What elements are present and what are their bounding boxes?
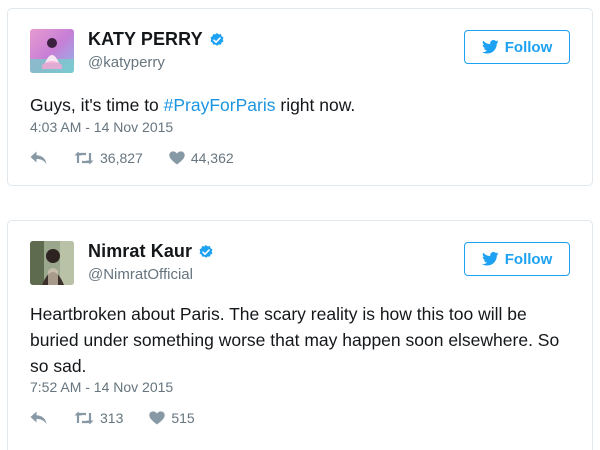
tweet-card: KATY PERRY @katyperry Follow Guys, it's … xyxy=(7,8,593,186)
retweet-button[interactable]: 36,827 xyxy=(74,150,143,166)
verified-badge-icon xyxy=(199,244,213,258)
avatar-photo-icon xyxy=(30,241,74,285)
tweet-text-part: Guys, it's time to xyxy=(30,95,164,115)
like-button[interactable]: 44,362 xyxy=(169,150,234,166)
retweet-icon xyxy=(74,411,94,425)
display-name[interactable]: Nimrat Kaur xyxy=(88,241,192,262)
like-count: 44,362 xyxy=(190,150,234,166)
author-handle[interactable]: @NimratOfficial xyxy=(88,266,193,283)
twitter-bird-icon xyxy=(481,40,499,54)
reply-button[interactable] xyxy=(30,411,48,425)
tweet-text: Heartbroken about Paris. The scary reali… xyxy=(30,304,560,376)
twitter-bird-icon xyxy=(481,252,499,266)
like-button[interactable]: 515 xyxy=(149,410,195,426)
hashtag-link[interactable]: #PrayForParis xyxy=(164,95,276,115)
tweet-text: Guys, it's time to #PrayForParis right n… xyxy=(30,92,570,118)
tweet-timestamp[interactable]: 7:52 AM - 14 Nov 2015 xyxy=(30,379,173,395)
author-row: Nimrat Kaur xyxy=(88,241,214,262)
tweet-timestamp[interactable]: 4:03 AM - 14 Nov 2015 xyxy=(30,119,173,135)
tweet-card: Nimrat Kaur @NimratOfficial Follow Heart… xyxy=(7,220,593,450)
retweet-count: 313 xyxy=(100,410,124,426)
tweet-actions: 36,827 44,362 xyxy=(30,150,260,166)
follow-button[interactable]: Follow xyxy=(464,30,570,64)
tweet-actions: 313 515 xyxy=(30,410,221,426)
heart-icon xyxy=(149,411,166,425)
retweet-count: 36,827 xyxy=(100,150,143,166)
reply-button[interactable] xyxy=(30,151,48,165)
tweet-embed-stack: KATY PERRY @katyperry Follow Guys, it's … xyxy=(0,0,600,450)
author-row: KATY PERRY xyxy=(88,29,225,50)
follow-button[interactable]: Follow xyxy=(464,242,570,276)
verified-badge-icon xyxy=(210,32,224,46)
reply-icon xyxy=(30,411,47,424)
avatar[interactable] xyxy=(30,29,74,73)
retweet-button[interactable]: 313 xyxy=(74,410,123,426)
reply-icon xyxy=(30,151,47,164)
like-count: 515 xyxy=(171,410,195,426)
author-handle[interactable]: @katyperry xyxy=(88,54,165,71)
heart-icon xyxy=(169,151,185,165)
avatar[interactable] xyxy=(30,241,74,285)
display-name[interactable]: KATY PERRY xyxy=(88,29,203,50)
avatar-photo-icon xyxy=(30,29,74,73)
follow-label: Follow xyxy=(504,250,553,268)
tweet-text-part: right now. xyxy=(275,95,356,115)
retweet-icon xyxy=(74,151,94,165)
follow-label: Follow xyxy=(504,38,553,56)
